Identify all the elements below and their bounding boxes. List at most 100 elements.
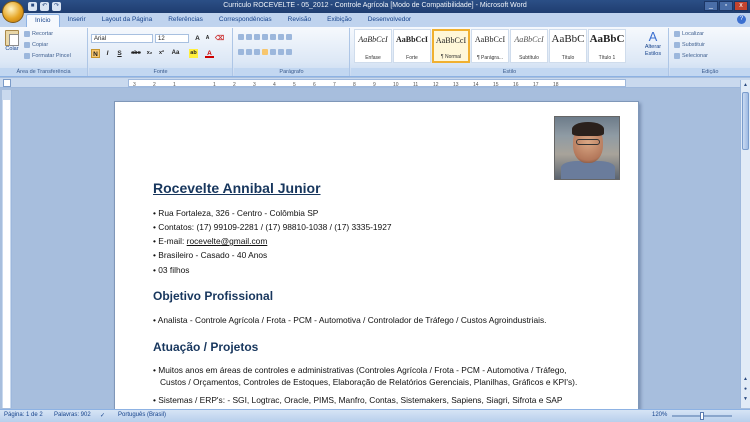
strikethrough-button[interactable]: abc (129, 49, 143, 58)
change-case-button[interactable]: Aa (171, 49, 180, 58)
style-titulo-1[interactable]: AaBbC Título 1 (588, 29, 626, 63)
clipboard-icon (5, 30, 19, 46)
style-enfase[interactable]: AaBbCcI Ênfase (354, 29, 392, 63)
zoom-level[interactable]: 120% (652, 412, 667, 418)
align-right-icon (254, 49, 260, 55)
font-group: Arial 12 A A ⌫ N I S abc x₂ x² Aa ab A F… (89, 28, 233, 76)
scissors-icon (24, 31, 30, 37)
vertical-scrollbar[interactable]: ▲ ▲ ● ▼ (740, 80, 750, 408)
email-link[interactable]: rocevelte@gmail.com (187, 236, 268, 246)
underline-button[interactable]: S (115, 49, 124, 58)
highlight-button[interactable]: ab (189, 49, 198, 58)
format-painter-button[interactable]: Formatar Pincel (24, 53, 71, 59)
language-indicator[interactable]: Português (Brasil) (118, 412, 166, 418)
contact-address[interactable]: Rua Fortaleza, 326 - Centro - Colômbia S… (153, 208, 318, 218)
title-bar: ■ ↶ ↷ Curriculo ROCEVELTE - 05_2012 - Co… (0, 0, 750, 13)
borders-icon (286, 49, 292, 55)
scroll-up-page-icon[interactable]: ▲ (742, 376, 749, 383)
style-paragrafo[interactable]: AaBbCcI ¶ Parágra... (471, 29, 509, 63)
contact-children[interactable]: 03 filhos (153, 265, 189, 275)
font-name-select[interactable]: Arial (91, 34, 153, 43)
font-size-select[interactable]: 12 (155, 34, 189, 43)
clipboard-group: Colar Recortar Copiar Formatar Pincel Ár… (0, 28, 88, 76)
status-bar: Página: 1 de 2 Palavras: 902 ✓ Português… (0, 409, 750, 422)
style-normal[interactable]: AaBbCcI ¶ Normal (432, 29, 470, 63)
ruler-area: 3 2 1 1 2 3 4 5 6 7 8 9 10 11 12 13 14 1… (128, 79, 626, 88)
numbered-list-icon (246, 34, 252, 40)
pilcrow-icon (286, 34, 292, 40)
minimize-button[interactable]: _ (704, 1, 718, 11)
find-button[interactable]: Localizar (674, 31, 704, 37)
shading-icon (278, 49, 284, 55)
bullets-button[interactable] (238, 34, 292, 40)
tab-layout[interactable]: Layout da Página (94, 14, 161, 27)
align-center-icon (246, 49, 252, 55)
decrease-indent-icon (262, 34, 268, 40)
editing-group: Localizar Substituir Selecionar Edição (670, 28, 750, 76)
tab-correspondencias[interactable]: Correspondências (211, 14, 280, 27)
browse-object-icon[interactable]: ● (742, 386, 749, 393)
align-buttons[interactable] (238, 49, 292, 55)
contact-status[interactable]: Brasileiro - Casado - 40 Anos (153, 250, 267, 260)
tab-selector[interactable] (3, 79, 11, 87)
tab-referencias[interactable]: Referências (160, 14, 211, 27)
vertical-ruler[interactable] (2, 90, 12, 408)
paste-button[interactable]: Colar (3, 30, 21, 60)
style-subtitulo[interactable]: AaBbCcI Subtítulo (510, 29, 548, 63)
bullet-list-icon (238, 34, 244, 40)
project-item-1[interactable]: Muitos anos em áreas de controles e admi… (153, 365, 566, 375)
project-item-1-cont[interactable]: Custos / Orçamentos, Controles de Estoqu… (160, 377, 577, 387)
italic-button[interactable]: I (103, 49, 112, 58)
clear-format-button[interactable]: ⌫ (215, 34, 224, 43)
word-count[interactable]: Palavras: 902 (54, 412, 91, 418)
close-button[interactable]: x (734, 1, 748, 11)
ribbon: Colar Recortar Copiar Formatar Pincel Ár… (0, 27, 750, 77)
section-projects[interactable]: Atuação / Projetos (153, 340, 258, 354)
tab-inserir[interactable]: Inserir (60, 14, 94, 27)
section-objective[interactable]: Objetivo Profissional (153, 289, 273, 303)
paragraph-label: Parágrafo (234, 68, 349, 76)
superscript-button[interactable]: x² (157, 49, 166, 58)
style-titulo[interactable]: AaBbC Título (549, 29, 587, 63)
contact-email[interactable]: E-mail: rocevelte@gmail.com (153, 236, 267, 246)
office-button[interactable] (2, 1, 24, 23)
horizontal-ruler[interactable]: 3 2 1 1 2 3 4 5 6 7 8 9 10 11 12 13 14 1… (0, 78, 750, 88)
copy-icon (24, 42, 30, 48)
resume-name[interactable]: Rocevelte Annibal Junior (153, 180, 321, 196)
tab-desenvolvedor[interactable]: Desenvolvedor (360, 14, 419, 27)
objective-text[interactable]: Analista - Controle Agrícola / Frota - P… (153, 315, 547, 325)
select-button[interactable]: Selecionar (674, 53, 708, 59)
zoom-slider-thumb[interactable] (700, 412, 704, 420)
tab-revisao[interactable]: Revisão (280, 14, 319, 27)
shrink-font-button[interactable]: A (203, 34, 212, 43)
scroll-down-icon[interactable]: ▼ (742, 396, 749, 403)
styles-label: Estilo (351, 68, 668, 76)
tab-inicio[interactable]: Início (26, 14, 60, 27)
replace-icon (674, 42, 680, 48)
ribbon-tabs: Início Inserir Layout da Página Referênc… (0, 13, 750, 27)
profile-photo[interactable] (554, 116, 620, 180)
document-page[interactable]: Rocevelte Annibal Junior Rua Fortaleza, … (114, 101, 639, 411)
cut-button[interactable]: Recortar (24, 31, 53, 37)
scroll-thumb[interactable] (742, 92, 749, 150)
align-left-icon (238, 49, 244, 55)
spellcheck-icon[interactable]: ✓ (100, 412, 105, 419)
multilevel-list-icon (254, 34, 260, 40)
grow-font-button[interactable]: A (193, 34, 202, 43)
project-item-2[interactable]: Sistemas / ERP's: - SGI, Logtrac, Oracle… (153, 395, 562, 405)
tab-exibicao[interactable]: Exibição (319, 14, 360, 27)
bold-button[interactable]: N (91, 49, 100, 58)
style-forte[interactable]: AaBbCcI Forte (393, 29, 431, 63)
contact-phones[interactable]: Contatos: (17) 99109-2281 / (17) 98810-1… (153, 222, 391, 232)
page-count[interactable]: Página: 1 de 2 (4, 412, 43, 418)
change-styles-button[interactable]: A Alterar Estilos (638, 30, 668, 58)
help-icon[interactable]: ? (737, 15, 746, 24)
styles-gallery: AaBbCcI Ênfase AaBbCcI Forte AaBbCcI ¶ Norm… (354, 29, 660, 65)
maximize-button[interactable]: ▫ (719, 1, 733, 11)
copy-button[interactable]: Copiar (24, 42, 48, 48)
replace-button[interactable]: Substituir (674, 42, 705, 48)
scroll-up-icon[interactable]: ▲ (742, 82, 749, 89)
clipboard-label: Área de Transferência (0, 68, 87, 76)
subscript-button[interactable]: x₂ (145, 49, 154, 58)
font-color-button[interactable]: A (205, 49, 214, 58)
